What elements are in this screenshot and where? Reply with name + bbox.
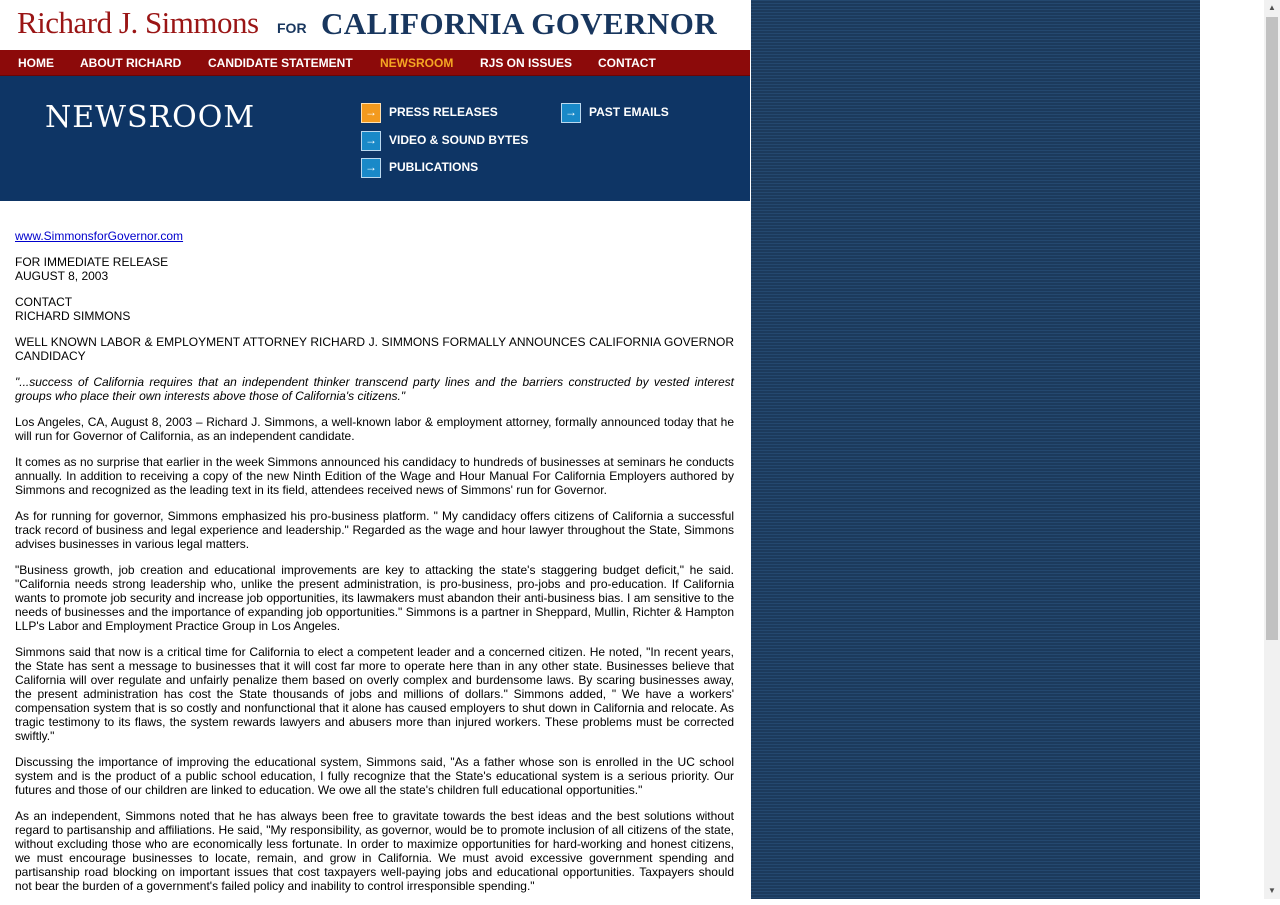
release-status: FOR IMMEDIATE RELEASE <box>15 255 169 269</box>
site-header: Richard J. Simmons FOR CALIFORNIA GOVERN… <box>0 0 750 50</box>
release-paragraph: Los Angeles, CA, August 8, 2003 – Richar… <box>15 415 734 443</box>
nav-home[interactable]: HOME <box>18 56 54 70</box>
release-date: AUGUST 8, 2003 <box>15 269 109 283</box>
sublink-label: PAST EMAILS <box>589 105 669 119</box>
main-nav-bar: HOME ABOUT RICHARD CANDIDATE STATEMENT N… <box>0 50 750 76</box>
sublink-label: VIDEO & SOUND BYTES <box>389 133 529 147</box>
press-release-content: www.SimmonsforGovernor.com FOR IMMEDIATE… <box>15 229 734 905</box>
release-paragraph: It comes as no surprise that earlier in … <box>15 455 734 497</box>
nav-contact[interactable]: CONTACT <box>598 56 656 70</box>
release-headline: WELL KNOWN LABOR & EMPLOYMENT ATTORNEY R… <box>15 335 734 363</box>
release-paragraph: As an independent, Simmons noted that he… <box>15 809 734 893</box>
contact-name: RICHARD SIMMONS <box>15 309 131 323</box>
arrow-right-icon: → <box>561 103 581 123</box>
sublink-label: PRESS RELEASES <box>389 105 498 119</box>
decorative-side-panel <box>751 0 1200 899</box>
section-banner: NEWSROOM → PRESS RELEASES → VIDEO & SOUN… <box>0 76 750 201</box>
release-quote: "...success of California requires that … <box>15 375 734 403</box>
nav-rjs-on-issues[interactable]: RJS ON ISSUES <box>480 56 572 70</box>
sublink-label: PUBLICATIONS <box>389 160 479 174</box>
nav-about-richard[interactable]: ABOUT RICHARD <box>80 56 181 70</box>
release-paragraph: "Business growth, job creation and educa… <box>15 563 734 633</box>
nav-candidate-statement[interactable]: CANDIDATE STATEMENT <box>208 56 353 70</box>
scroll-down-arrow-icon[interactable]: ▼ <box>1264 883 1280 899</box>
site-link[interactable]: www.SimmonsforGovernor.com <box>15 229 183 243</box>
release-paragraph: Simmons said that now is a critical time… <box>15 645 734 743</box>
section-title: NEWSROOM <box>45 100 256 135</box>
contact-label: CONTACT <box>15 295 73 309</box>
logo-office-title[interactable]: CALIFORNIA GOVERNOR <box>321 6 717 42</box>
logo-for-text: FOR <box>277 20 307 36</box>
release-paragraph: Discussing the importance of improving t… <box>15 755 734 797</box>
main-column: Richard J. Simmons FOR CALIFORNIA GOVERN… <box>0 0 751 899</box>
arrow-right-icon: → <box>361 158 381 178</box>
release-info: FOR IMMEDIATE RELEASE AUGUST 8, 2003 <box>15 255 734 283</box>
scroll-up-arrow-icon[interactable]: ▲ <box>1264 0 1280 16</box>
release-paragraph: As for running for governor, Simmons emp… <box>15 509 734 551</box>
contact-info: CONTACT RICHARD SIMMONS <box>15 295 734 323</box>
scrollbar-thumb[interactable] <box>1266 17 1278 640</box>
arrow-right-icon: → <box>361 131 381 151</box>
vertical-scrollbar[interactable]: ▲ ▼ <box>1264 0 1280 899</box>
arrow-right-icon: → <box>361 103 381 123</box>
nav-newsroom[interactable]: NEWSROOM <box>380 56 453 70</box>
logo-candidate-name[interactable]: Richard J. Simmons <box>17 5 259 41</box>
